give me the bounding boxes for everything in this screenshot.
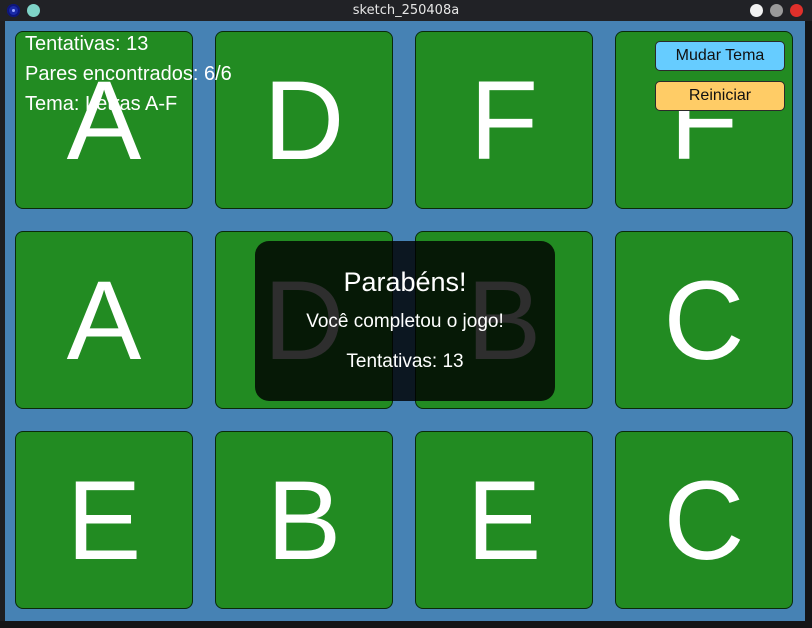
card[interactable]: E — [415, 431, 593, 609]
victory-message: Você completou o jogo! — [306, 311, 504, 332]
title-bar: sketch_250408a — [0, 0, 812, 21]
app-window: sketch_250408a A D F F A D B C — [0, 0, 812, 628]
card-letter: E — [66, 457, 142, 583]
card-letter: D — [263, 57, 345, 183]
game-canvas[interactable]: A D F F A D B C E B E — [5, 21, 805, 621]
minimize-icon[interactable] — [750, 4, 763, 17]
attempts-counter: Tentativas: 13 — [25, 33, 149, 55]
card-letter: E — [466, 457, 542, 583]
card[interactable]: C — [615, 431, 793, 609]
card-letter: F — [469, 57, 539, 183]
window-title: sketch_250408a — [352, 3, 460, 18]
victory-title: Parabéns! — [343, 267, 467, 297]
window-edge-bottom — [0, 621, 812, 628]
card[interactable]: A — [15, 31, 193, 209]
pairs-counter: Pares encontrados: 6/6 — [25, 63, 232, 85]
window-edge-right — [805, 21, 812, 628]
maximize-icon[interactable] — [770, 4, 783, 17]
change-theme-button[interactable]: Mudar Tema — [655, 41, 785, 71]
victory-attempts: Tentativas: 13 — [346, 351, 464, 372]
card[interactable]: E — [15, 431, 193, 609]
card[interactable]: A — [15, 231, 193, 409]
card[interactable]: D — [215, 31, 393, 209]
card[interactable]: C — [615, 231, 793, 409]
card-letter: A — [66, 57, 142, 183]
victory-overlay: Parabéns! Você completou o jogo! Tentati… — [255, 241, 555, 401]
card[interactable]: F — [415, 31, 593, 209]
card-letter: B — [266, 457, 342, 583]
close-icon[interactable] — [790, 4, 803, 17]
card-letter: A — [66, 257, 142, 383]
theme-label: Tema: Letras A-F — [25, 93, 178, 115]
card[interactable]: B — [215, 431, 393, 609]
restart-button[interactable]: Reiniciar — [655, 81, 785, 111]
card-letter: C — [663, 257, 745, 383]
card-letter: C — [663, 457, 745, 583]
